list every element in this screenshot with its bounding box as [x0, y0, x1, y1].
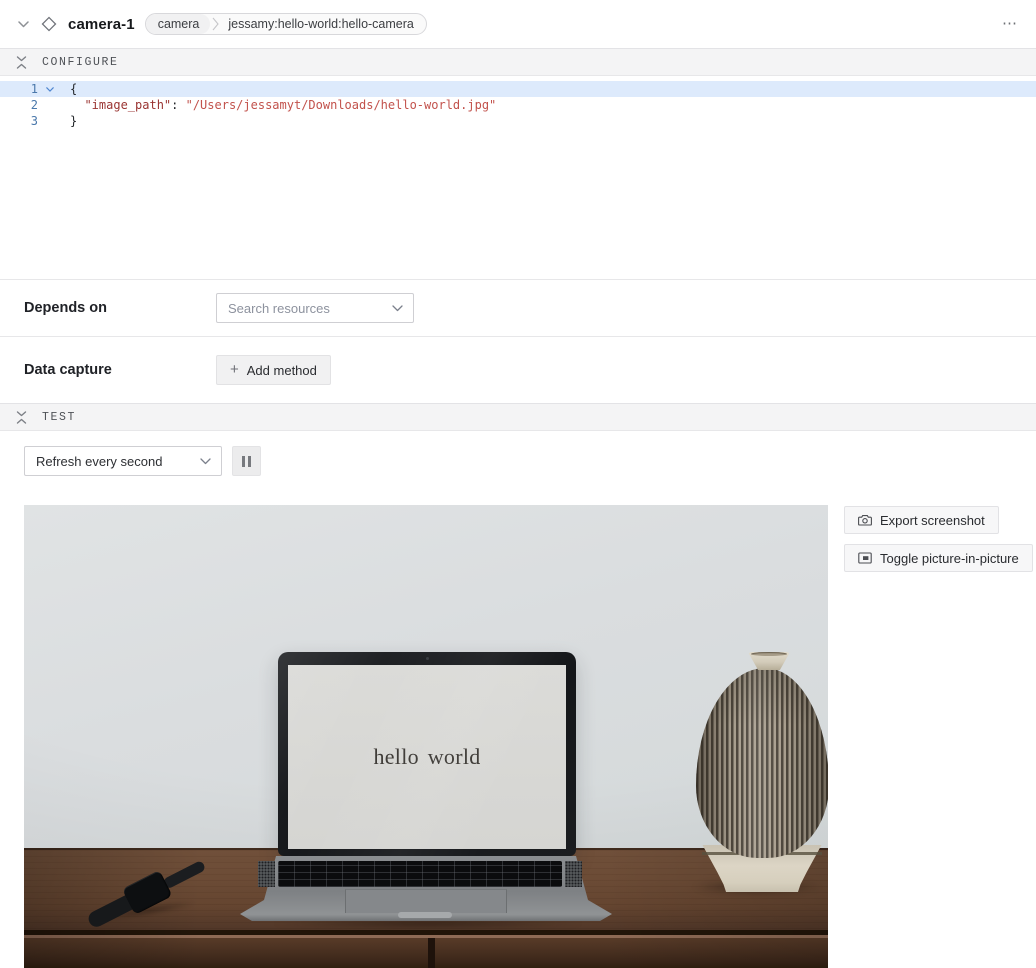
code-line-1[interactable]: 1 { — [0, 81, 1036, 97]
plus-icon: + — [230, 362, 239, 377]
depends-on-row: Depends on Search resources — [0, 280, 1036, 337]
camera-stream-image: hello world — [24, 505, 828, 968]
export-screenshot-button[interactable]: Export screenshot — [844, 506, 999, 534]
json-config-editor[interactable]: 1 { 2 "image_path": "/Users/jessamyt/Dow… — [0, 76, 1036, 280]
code-line-2[interactable]: 2 "image_path": "/Users/jessamyt/Downloa… — [0, 97, 1036, 113]
toggle-pip-label: Toggle picture-in-picture — [880, 551, 1019, 566]
camera-icon — [858, 514, 872, 526]
component-diamond-icon — [40, 15, 58, 33]
resource-model-badge: jessamy:hello-world:hello-camera — [221, 17, 426, 31]
fold-gutter — [38, 113, 62, 129]
code-indent — [70, 98, 84, 112]
stream-actions-column: Export screenshot Toggle picture-in-pict… — [844, 505, 1033, 572]
test-section-bar: TEST — [0, 403, 1036, 431]
resource-header: camera-1 camera jessamy:hello-world:hell… — [0, 0, 1036, 48]
vase-rim — [751, 652, 787, 656]
laptop-webcam-dot — [426, 657, 429, 660]
laptop-keyboard — [278, 861, 562, 887]
picture-in-picture-icon — [858, 552, 872, 564]
card-menu-ellipsis-icon[interactable]: ⋯ — [1000, 16, 1020, 32]
code-line-3[interactable]: 3 } — [0, 113, 1036, 129]
json-string-value: "/Users/jessamyt/Downloads/hello-world.j… — [186, 98, 497, 112]
badge-separator-chevron-icon — [210, 16, 221, 32]
refresh-rate-select[interactable]: Refresh every second — [24, 446, 222, 476]
resource-title: camera-1 — [68, 16, 135, 33]
depends-on-select[interactable]: Search resources — [216, 293, 414, 323]
test-section-label: TEST — [42, 411, 76, 424]
json-colon: : — [171, 98, 185, 112]
depends-on-label: Depends on — [24, 300, 216, 316]
collapse-card-chevron-icon[interactable] — [16, 17, 30, 31]
toggle-pip-button[interactable]: Toggle picture-in-picture — [844, 544, 1033, 572]
depends-on-placeholder: Search resources — [228, 301, 392, 316]
line-number: 3 — [0, 113, 38, 129]
camera-stream-row: hello world Export screenshot Toggle p — [0, 505, 1036, 968]
add-method-button[interactable]: + Add method — [216, 355, 331, 385]
export-screenshot-label: Export screenshot — [880, 513, 985, 528]
resource-type-model-badge: camera jessamy:hello-world:hello-camera — [145, 13, 427, 35]
data-capture-row: Data capture + Add method — [0, 337, 1036, 403]
code-text: "image_path": "/Users/jessamyt/Downloads… — [62, 97, 496, 113]
laptop-trackpad — [345, 889, 507, 913]
json-key: "image_path" — [84, 98, 171, 112]
code-text: { — [62, 81, 77, 97]
laptop-speaker-right — [565, 861, 582, 887]
configure-section-label: CONFIGURE — [42, 56, 119, 69]
add-method-label: Add method — [247, 363, 317, 378]
collapse-vertical-icon[interactable] — [16, 411, 28, 424]
refresh-rate-value: Refresh every second — [36, 454, 200, 469]
test-controls-row: Refresh every second — [0, 431, 1036, 505]
collapse-vertical-icon[interactable] — [16, 56, 28, 69]
watch-strap-short — [162, 860, 206, 890]
data-capture-label: Data capture — [24, 362, 216, 378]
configure-section-bar: CONFIGURE — [0, 48, 1036, 76]
fold-gutter — [38, 97, 62, 113]
line-number: 1 — [0, 81, 38, 97]
fold-chevron-icon[interactable] — [38, 81, 62, 97]
chevron-down-icon — [392, 305, 403, 312]
laptop-speaker-left — [258, 861, 275, 887]
line-number: 2 — [0, 97, 38, 113]
laptop-lid-notch — [398, 912, 452, 918]
pause-refresh-button[interactable] — [232, 446, 261, 476]
code-text: } — [62, 113, 77, 129]
chevron-down-icon — [200, 458, 211, 465]
pause-icon — [242, 456, 251, 467]
resource-type-badge: camera — [146, 14, 211, 34]
screen-reflection — [278, 652, 576, 856]
